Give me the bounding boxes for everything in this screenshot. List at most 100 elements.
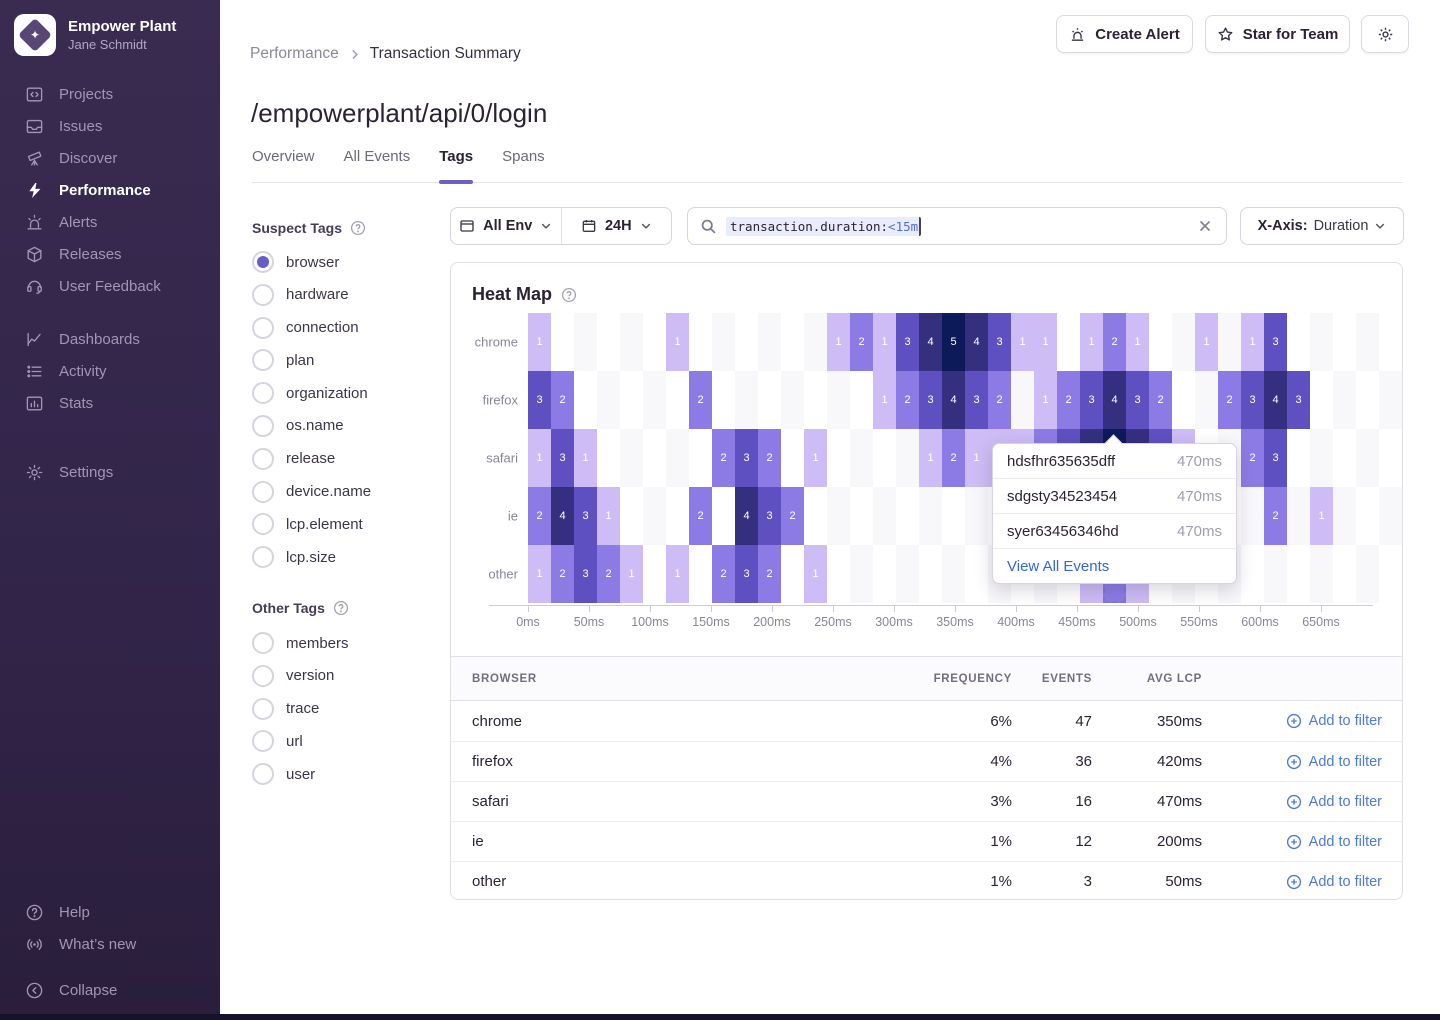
heatmap-cell[interactable]: 1	[528, 545, 551, 603]
sidebar-item-what-s-new[interactable]: What’s new	[0, 928, 220, 960]
sidebar-item-dashboards[interactable]: Dashboards	[0, 323, 220, 355]
environment-selector[interactable]: All Env	[451, 208, 561, 244]
heatmap-cell[interactable]: 2	[597, 545, 620, 603]
radio-button[interactable]	[252, 632, 274, 654]
heatmap-cell[interactable]: 1	[827, 313, 850, 371]
add-to-filter-button[interactable]: Add to filter	[1202, 713, 1382, 729]
sidebar-item-stats[interactable]: Stats	[0, 387, 220, 419]
heatmap-cell[interactable]: 2	[1103, 313, 1126, 371]
view-all-events-link[interactable]: View All Events	[993, 549, 1236, 583]
heatmap-cell[interactable]: 1	[804, 429, 827, 487]
heatmap-cell[interactable]: 1	[965, 429, 988, 487]
breadcrumb-performance[interactable]: Performance	[250, 45, 339, 63]
heatmap-cell[interactable]: 1	[804, 545, 827, 603]
heatmap-cell[interactable]: 2	[758, 429, 781, 487]
add-to-filter-button[interactable]: Add to filter	[1202, 794, 1382, 810]
question-circle-icon[interactable]	[350, 220, 366, 236]
heatmap-cell[interactable]: 1	[620, 545, 643, 603]
tab-overview[interactable]: Overview	[252, 148, 315, 182]
sidebar-item-discover[interactable]: Discover	[0, 142, 220, 174]
suspect-tag-option-lcp-size[interactable]: lcp.size	[252, 546, 442, 568]
heatmap-cell[interactable]: 2	[551, 545, 574, 603]
radio-button[interactable]	[252, 481, 274, 503]
tab-all-events[interactable]: All Events	[344, 148, 411, 182]
suspect-tag-option-lcp-element[interactable]: lcp.element	[252, 513, 442, 535]
heatmap-cell[interactable]: 4	[942, 371, 965, 429]
heatmap-cell[interactable]: 4	[1103, 371, 1126, 429]
heatmap-cell[interactable]: 1	[919, 429, 942, 487]
heatmap-cell[interactable]: 4	[551, 487, 574, 545]
heatmap-cell[interactable]: 2	[988, 371, 1011, 429]
heatmap-cell[interactable]: 1	[1034, 313, 1057, 371]
suspect-tag-option-hardware[interactable]: hardware	[252, 284, 442, 306]
tab-tags[interactable]: Tags	[439, 148, 473, 182]
heatmap-cell[interactable]: 1	[1195, 313, 1218, 371]
add-to-filter-button[interactable]: Add to filter	[1202, 834, 1382, 850]
heatmap-cell[interactable]: 4	[965, 313, 988, 371]
radio-button[interactable]	[252, 382, 274, 404]
heatmap-cell[interactable]: 3	[896, 313, 919, 371]
heatmap-cell[interactable]: 2	[1149, 371, 1172, 429]
search-input[interactable]: transaction.duration:<15m	[687, 207, 1227, 245]
sidebar-item-help[interactable]: Help	[0, 896, 220, 928]
time-range-selector[interactable]: 24H	[561, 208, 672, 244]
heatmap-cell[interactable]: 1	[1034, 371, 1057, 429]
heatmap-cell[interactable]: 2	[689, 371, 712, 429]
add-to-filter-button[interactable]: Add to filter	[1202, 874, 1382, 890]
radio-button[interactable]	[252, 415, 274, 437]
radio-button[interactable]	[252, 349, 274, 371]
add-to-filter-button[interactable]: Add to filter	[1202, 754, 1382, 770]
heatmap-cell[interactable]: 1	[1241, 313, 1264, 371]
radio-button[interactable]	[252, 698, 274, 720]
tooltip-event-row[interactable]: sdgsty34523454470ms	[993, 479, 1236, 514]
heatmap-cell[interactable]: 2	[712, 545, 735, 603]
sidebar-item-alerts[interactable]: Alerts	[0, 206, 220, 238]
heatmap-cell[interactable]: 3	[735, 429, 758, 487]
heatmap-cell[interactable]: 3	[965, 371, 988, 429]
x-axis-selector[interactable]: X-Axis: Duration	[1240, 207, 1404, 245]
heatmap-cell[interactable]: 2	[1057, 371, 1080, 429]
heatmap-cell[interactable]: 2	[1218, 371, 1241, 429]
heatmap-cell[interactable]: 1	[528, 429, 551, 487]
heatmap-cell[interactable]: 3	[758, 487, 781, 545]
heatmap-cell[interactable]: 3	[551, 429, 574, 487]
sidebar-item-performance[interactable]: Performance	[0, 174, 220, 206]
heatmap-cell[interactable]: 3	[1241, 371, 1264, 429]
heatmap-cell[interactable]: 1	[1126, 313, 1149, 371]
sidebar-item-user-feedback[interactable]: User Feedback	[0, 270, 220, 302]
heatmap-cell[interactable]: 1	[597, 487, 620, 545]
question-circle-icon[interactable]	[561, 287, 577, 303]
suspect-tag-option-release[interactable]: release	[252, 448, 442, 470]
create-alert-button[interactable]: Create Alert	[1056, 15, 1193, 53]
heatmap-cell[interactable]: 2	[528, 487, 551, 545]
radio-button-selected[interactable]	[252, 251, 274, 273]
settings-button[interactable]	[1361, 15, 1409, 53]
radio-button[interactable]	[252, 763, 274, 785]
heatmap-cell[interactable]: 1	[1310, 487, 1333, 545]
suspect-tag-option-plan[interactable]: plan	[252, 349, 442, 371]
heatmap-cell[interactable]: 3	[528, 371, 551, 429]
other-tag-option-members[interactable]: members	[252, 632, 442, 654]
heatmap-cell[interactable]: 1	[1080, 313, 1103, 371]
heatmap-cell[interactable]: 3	[1080, 371, 1103, 429]
radio-button[interactable]	[252, 317, 274, 339]
tooltip-event-row[interactable]: hdsfhr635635dff470ms	[993, 444, 1236, 479]
heatmap-cell[interactable]: 3	[574, 487, 597, 545]
heatmap-cell[interactable]: 2	[781, 487, 804, 545]
sidebar-collapse[interactable]: Collapse	[0, 974, 220, 1006]
search-token[interactable]: transaction.duration:<15m	[726, 217, 921, 236]
heatmap-cell[interactable]: 1	[574, 429, 597, 487]
radio-button[interactable]	[252, 448, 274, 470]
heatmap-chart[interactable]: chromefirefoxsafariieother11121345431112…	[528, 313, 1402, 603]
other-tag-option-version[interactable]: version	[252, 665, 442, 687]
heatmap-cell[interactable]: 1	[873, 371, 896, 429]
heatmap-cell[interactable]: 1	[1011, 313, 1034, 371]
suspect-tag-option-browser[interactable]: browser	[252, 251, 442, 273]
heatmap-cell[interactable]: 2	[689, 487, 712, 545]
radio-button[interactable]	[252, 665, 274, 687]
heatmap-cell[interactable]: 4	[919, 313, 942, 371]
heatmap-cell[interactable]: 3	[1264, 429, 1287, 487]
heatmap-cell[interactable]: 2	[896, 371, 919, 429]
heatmap-cell[interactable]: 2	[1264, 487, 1287, 545]
org-header[interactable]: ✦ Empower Plant Jane Schmidt	[0, 0, 220, 56]
